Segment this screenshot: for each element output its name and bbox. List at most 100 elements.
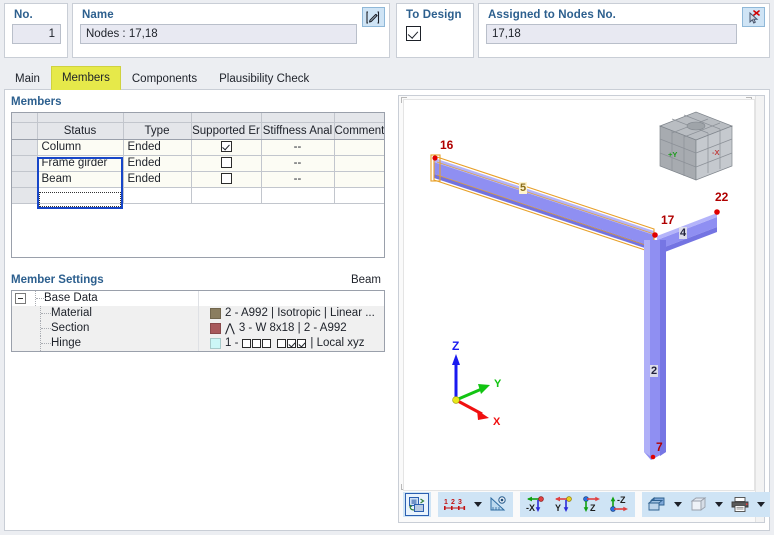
hinge-box[interactable] xyxy=(287,339,297,348)
hinge-box[interactable] xyxy=(242,339,252,348)
col-header-supported-ends[interactable]: Supported Er xyxy=(191,122,262,140)
view-z-button[interactable]: Z xyxy=(578,493,605,516)
tree-value-material[interactable]: 2 - A992 | Isotropic | Linear ... xyxy=(225,306,375,321)
tree-value-hinge[interactable]: 1 - xyxy=(225,336,238,351)
row-handle[interactable] xyxy=(12,155,38,172)
cell-type[interactable]: Ended xyxy=(123,155,192,172)
cell-supported-ends[interactable] xyxy=(191,139,262,156)
tree-col-divider xyxy=(198,336,208,351)
cell-type[interactable]: Ended xyxy=(123,139,192,156)
cell-supported-ends[interactable] xyxy=(191,155,262,172)
chevron-down-icon[interactable] xyxy=(757,502,765,507)
cell-type[interactable]: Ended xyxy=(123,171,192,188)
cell-status[interactable]: Beam xyxy=(37,171,124,188)
table-row-empty[interactable] xyxy=(12,187,384,204)
collapse-expander-icon[interactable] xyxy=(15,293,26,304)
member-label-4: 4 xyxy=(679,227,688,239)
cell-status[interactable]: Column xyxy=(37,139,124,156)
chevron-down-icon[interactable] xyxy=(674,502,682,507)
tree-group-label: Base Data xyxy=(44,292,98,304)
supported-ends-checkbox[interactable] xyxy=(220,173,232,185)
tab-members[interactable]: Members xyxy=(50,66,121,90)
left-column: Members Status Type Supported Er Stiffne… xyxy=(11,95,391,523)
tree-value-section[interactable]: 3 - W 8x18 | 2 - A992 xyxy=(239,321,347,336)
view-minus-z-button[interactable]: -Z xyxy=(606,493,633,516)
col-header-type[interactable]: Type xyxy=(123,122,192,140)
tree-label-material: Material xyxy=(51,307,92,319)
hinge-box[interactable] xyxy=(262,339,272,348)
toolbar-group-display xyxy=(642,492,770,517)
cell-comment[interactable] xyxy=(334,139,384,156)
member-settings-title: Member Settings Beam xyxy=(11,273,385,289)
model-3d-canvas[interactable]: Z Y X +Y -X 16 17 22 7 5 4 2 xyxy=(403,99,755,491)
assigned-nodes-input[interactable]: 17,18 xyxy=(486,24,737,44)
tab-main[interactable]: Main xyxy=(4,68,51,90)
tree-group-base-data[interactable]: Base Data xyxy=(12,291,384,306)
hinge-box[interactable] xyxy=(297,339,307,348)
numbering-button[interactable]: 1 2 3 xyxy=(440,493,470,516)
tree-connector xyxy=(40,321,55,336)
dimensions-button[interactable] xyxy=(486,493,511,516)
col-header-rownum[interactable] xyxy=(12,122,38,140)
cell-stiffness[interactable]: -- xyxy=(261,171,335,188)
cell-supported-ends[interactable] xyxy=(191,171,262,188)
col-header-comment[interactable]: Comment xyxy=(334,122,384,140)
cell-empty[interactable] xyxy=(334,187,384,204)
supported-ends-checkbox[interactable] xyxy=(220,141,232,153)
view-y-button[interactable]: Y xyxy=(550,493,577,516)
name-label: Name xyxy=(82,9,114,21)
cell-comment[interactable] xyxy=(334,171,384,188)
name-input[interactable]: Nodes : 17,18 xyxy=(80,24,357,44)
cell-stiffness[interactable]: -- xyxy=(261,139,335,156)
cell-comment[interactable] xyxy=(334,155,384,172)
member-settings-subject: Beam xyxy=(350,274,381,286)
print-button[interactable] xyxy=(727,493,753,516)
row-handle[interactable] xyxy=(12,187,38,204)
cell-empty[interactable] xyxy=(37,187,124,204)
svg-text:-X: -X xyxy=(526,503,535,513)
tree-row-hinge[interactable]: Hinge 1 - | Local xyz xyxy=(12,336,384,351)
table-spanhdr-2 xyxy=(123,113,192,123)
row-handle[interactable] xyxy=(12,139,38,156)
cell-empty[interactable] xyxy=(261,187,335,204)
member-2-geometry xyxy=(644,240,666,460)
render-toggle-button[interactable] xyxy=(405,493,429,516)
to-design-checkbox[interactable] xyxy=(406,26,421,41)
cell-empty[interactable] xyxy=(123,187,192,204)
viewport-scrollbar[interactable] xyxy=(755,96,764,522)
dialog-body: Members Status Type Supported Er Stiffne… xyxy=(4,89,770,531)
wireframe-button[interactable] xyxy=(686,493,711,516)
cell-stiffness[interactable]: -- xyxy=(261,155,335,172)
chevron-down-icon[interactable] xyxy=(715,502,723,507)
supported-ends-checkbox[interactable] xyxy=(220,157,232,169)
assigned-nodes-panel: Assigned to Nodes No. 17,18 xyxy=(478,3,770,58)
no-value[interactable]: 1 xyxy=(12,24,61,44)
member-settings-tree[interactable]: Base Data Material 2 - A992 | Isotropic … xyxy=(11,290,385,352)
node-label-22: 22 xyxy=(715,190,729,204)
tree-row-material[interactable]: Material 2 - A992 | Isotropic | Linear .… xyxy=(12,306,384,321)
view-minus-x-button[interactable]: -X xyxy=(522,493,549,516)
hinge-box[interactable] xyxy=(252,339,262,348)
solid-model-button[interactable] xyxy=(644,493,670,516)
chevron-down-icon[interactable] xyxy=(474,502,482,507)
col-header-stiffness-analysis[interactable]: Stiffness Anal xyxy=(261,122,335,140)
row-handle[interactable] xyxy=(12,171,38,188)
table-row[interactable]: Frame girder Ended -- xyxy=(12,155,384,172)
table-row[interactable]: Beam Ended -- xyxy=(12,171,384,188)
edit-pencil-icon[interactable] xyxy=(362,7,385,27)
cell-status[interactable]: Frame girder xyxy=(37,155,124,172)
tree-label-hinge: Hinge xyxy=(51,337,82,349)
table-spanhdr-3 xyxy=(191,113,262,123)
hinge-box[interactable] xyxy=(277,339,287,348)
tree-col-divider xyxy=(198,306,208,321)
member-5-geometry xyxy=(430,154,655,254)
members-table[interactable]: Status Type Supported Er Stiffness Anal … xyxy=(11,112,385,258)
table-row[interactable]: Column Ended -- xyxy=(12,139,384,156)
tree-row-section[interactable]: Section ⋀ 3 - W 8x18 | 2 - A992 xyxy=(12,321,384,336)
col-header-status[interactable]: Status xyxy=(37,122,124,140)
tab-components[interactable]: Components xyxy=(121,68,208,90)
tab-plausibility-check[interactable]: Plausibility Check xyxy=(208,68,320,90)
pick-deselect-cursor-icon[interactable] xyxy=(742,7,765,27)
cell-empty[interactable] xyxy=(191,187,262,204)
view-navigation-cube: +Y -X xyxy=(659,111,733,181)
